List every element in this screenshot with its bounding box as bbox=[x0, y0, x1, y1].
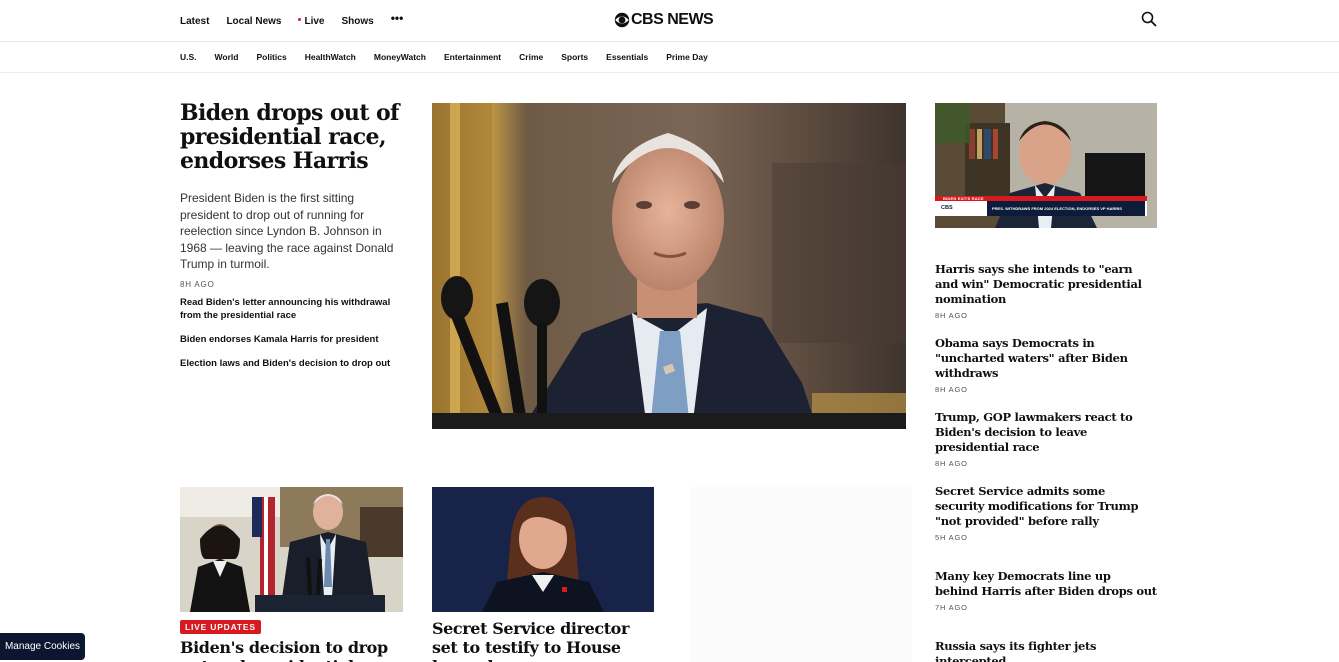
section-healthwatch[interactable]: HealthWatch bbox=[305, 52, 356, 62]
nav-shows[interactable]: Shows bbox=[342, 16, 374, 27]
section-crime[interactable]: Crime bbox=[519, 52, 543, 62]
ad-placeholder bbox=[690, 487, 912, 662]
section-moneywatch[interactable]: MoneyWatch bbox=[374, 52, 426, 62]
logo-text: CBS NEWS bbox=[631, 11, 714, 28]
primary-nav: Latest Local News Live Shows ••• bbox=[180, 11, 404, 28]
related-link[interactable]: Election laws and Biden's decision to dr… bbox=[180, 357, 405, 370]
section-world[interactable]: World bbox=[215, 52, 239, 62]
video-thumbnail[interactable]: BIDEN EXITS RACE CBS PRES. WITHDRAWS FRO… bbox=[935, 103, 1157, 228]
lead-headline[interactable]: Biden drops out of presidential race, en… bbox=[180, 101, 410, 173]
live-dot-icon bbox=[298, 18, 302, 22]
section-essentials[interactable]: Essentials bbox=[606, 52, 648, 62]
list-item-headline: Russia says its fighter jets intercepted bbox=[935, 639, 1097, 662]
list-item-headline: Many key Democrats line up behind Harris… bbox=[935, 569, 1157, 598]
section-sports[interactable]: Sports bbox=[561, 52, 588, 62]
list-item-time: 5H AGO bbox=[935, 533, 968, 542]
cbs-news-logo[interactable]: CBS NEWS bbox=[614, 10, 714, 30]
live-updates-badge: LIVE UPDATES bbox=[180, 620, 261, 634]
video-chyron-tag: BIDEN EXITS RACE bbox=[943, 196, 984, 201]
related-link[interactable]: Read Biden's letter announcing his withd… bbox=[180, 296, 405, 322]
section-politics[interactable]: Politics bbox=[256, 52, 286, 62]
list-item-time: 8H AGO bbox=[935, 459, 968, 468]
nav-latest[interactable]: Latest bbox=[180, 16, 209, 27]
cbs-eye-icon bbox=[614, 12, 630, 28]
section-prime-day[interactable]: Prime Day bbox=[666, 52, 708, 62]
lead-summary: President Biden is the first sitting pre… bbox=[180, 191, 394, 271]
list-item-time: 8H AGO bbox=[935, 311, 968, 320]
nav-local-news[interactable]: Local News bbox=[226, 16, 281, 27]
card-headline[interactable]: Biden's decision to drop out and preside… bbox=[180, 638, 402, 662]
section-us[interactable]: U.S. bbox=[180, 52, 197, 62]
list-item-time: 8H AGO bbox=[935, 385, 968, 394]
lead-timestamp: 8H AGO bbox=[180, 280, 215, 289]
list-item[interactable]: Trump, GOP lawmakers react to Biden's de… bbox=[935, 410, 1157, 468]
list-item[interactable]: Obama says Democrats in "uncharted water… bbox=[935, 336, 1157, 394]
list-item[interactable]: Secret Service admits some security modi… bbox=[935, 484, 1157, 542]
top-header: Latest Local News Live Shows ••• CBS NEW… bbox=[0, 0, 1339, 42]
video-chyron-logo: CBS bbox=[941, 205, 953, 211]
video-chyron-text: PRES. WITHDRAWS FROM 2024 ELECTION, ENDO… bbox=[992, 206, 1122, 211]
section-nav-bar: U.S. World Politics HealthWatch MoneyWat… bbox=[0, 43, 1339, 73]
list-item[interactable]: Many key Democrats line up behind Harris… bbox=[935, 569, 1157, 612]
section-entertainment[interactable]: Entertainment bbox=[444, 52, 501, 62]
manage-cookies-button[interactable]: Manage Cookies bbox=[0, 633, 85, 660]
section-nav: U.S. World Politics HealthWatch MoneyWat… bbox=[180, 52, 726, 62]
related-link[interactable]: Biden endorses Kamala Harris for preside… bbox=[180, 333, 405, 346]
list-item-time: 7H AGO bbox=[935, 603, 968, 612]
list-item[interactable]: Harris says she intends to "earn and win… bbox=[935, 262, 1157, 320]
list-item-headline: Secret Service admits some security modi… bbox=[935, 484, 1139, 528]
nav-live-label: Live bbox=[304, 15, 325, 27]
search-icon[interactable] bbox=[1141, 11, 1157, 27]
list-item[interactable]: Russia says its fighter jets intercepted bbox=[935, 639, 1157, 662]
latest-headlines-list: Harris says she intends to "earn and win… bbox=[935, 262, 1157, 662]
list-item-headline: Harris says she intends to "earn and win… bbox=[935, 262, 1142, 306]
card-photo-secret-service-director[interactable] bbox=[432, 487, 654, 612]
list-item-headline: Trump, GOP lawmakers react to Biden's de… bbox=[935, 410, 1133, 454]
list-item-headline: Obama says Democrats in "uncharted water… bbox=[935, 336, 1128, 380]
related-links: Read Biden's letter announcing his withd… bbox=[180, 296, 405, 381]
more-menu-icon[interactable]: ••• bbox=[391, 11, 404, 25]
card-headline[interactable]: Secret Service director set to testify t… bbox=[432, 619, 654, 662]
card-photo-harris-biden[interactable] bbox=[180, 487, 403, 612]
nav-live[interactable]: Live bbox=[298, 15, 325, 27]
lead-photo[interactable] bbox=[432, 103, 906, 429]
